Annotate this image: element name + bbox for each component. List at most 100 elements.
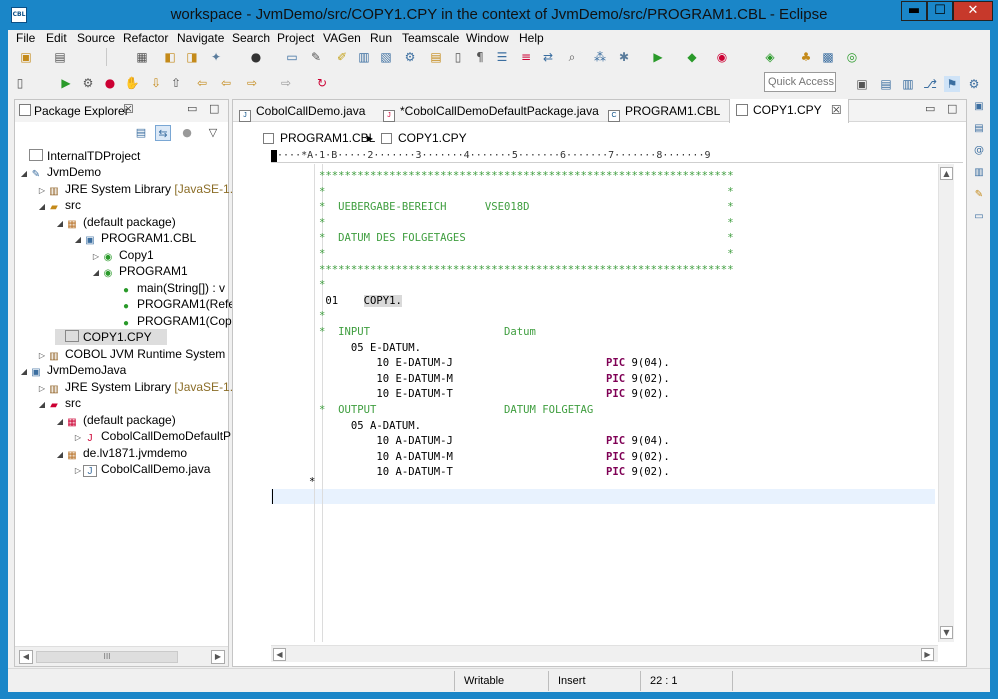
menu-window[interactable]: Window — [466, 31, 509, 45]
close-view-icon[interactable]: ☒ — [123, 102, 134, 116]
scroll-left-icon[interactable]: ◀ — [273, 648, 286, 661]
breadcrumb-item-copy1[interactable]: COPY1.CPY — [381, 128, 467, 148]
tree-item-jre-library[interactable]: ▷ ▥ JRE System Library [JavaSE-1.8] — [37, 181, 243, 197]
menu-file[interactable]: File — [16, 31, 35, 45]
collapse-all-icon[interactable]: ▤ — [133, 125, 149, 141]
debug-icon[interactable]: ✱ — [616, 49, 632, 65]
tree-item-jre-library-2[interactable]: ▷ ▥ JRE System Library [JavaSE-1.8] — [37, 379, 243, 395]
javadoc-icon[interactable]: @ — [972, 144, 986, 158]
open-project-icon[interactable]: ◨ — [184, 49, 200, 65]
grid-icon[interactable]: ▥ — [356, 49, 372, 65]
tree-item-cobolcalldemo-java[interactable]: ▷ J CobolCallDemo.java — [73, 461, 210, 477]
columns-icon[interactable]: ▯ — [450, 49, 466, 65]
menu-edit[interactable]: Edit — [46, 31, 67, 45]
prev-annotation-icon[interactable]: ⇧ — [168, 75, 184, 91]
expanded-arrow-icon[interactable]: ◢ — [37, 397, 47, 413]
team-perspective-icon[interactable]: ⚙ — [966, 76, 982, 92]
expanded-arrow-icon[interactable]: ◢ — [55, 216, 65, 232]
highlight-icon[interactable]: ✐ — [334, 49, 350, 65]
print-icon[interactable]: ▦ — [134, 49, 150, 65]
maximize-button[interactable]: ☐ — [927, 1, 953, 21]
tree-item-default-package[interactable]: ◢ ▦ (default package) — [55, 214, 176, 230]
tree-item-cobolcalldemodefault[interactable]: ▷ J CobolCallDemoDefaultP — [73, 428, 231, 444]
expanded-arrow-icon[interactable]: ◢ — [19, 364, 29, 380]
user-icon[interactable]: ● — [248, 49, 264, 65]
new-package-icon[interactable]: ▩ — [820, 49, 836, 65]
scroll-left-icon[interactable]: ◀ — [19, 650, 33, 664]
expanded-arrow-icon[interactable]: ◢ — [91, 265, 101, 281]
expanded-arrow-icon[interactable]: ◢ — [19, 166, 29, 182]
collapsed-arrow-icon[interactable]: ▷ — [73, 463, 83, 479]
breadcrumb-item-program1[interactable]: PROGRAM1.CBL — [263, 128, 375, 148]
console-view-icon[interactable]: ▭ — [972, 210, 986, 224]
tree-item-main-method[interactable]: ● main(String[]) : v — [109, 280, 225, 296]
tab-cobolcalldemodefaultpackage-java[interactable]: J *CobolCallDemoDefaultPackage.java — [383, 100, 599, 122]
forward-disabled-icon[interactable]: ⇨ — [278, 75, 294, 91]
minimize-button[interactable]: ▬ — [901, 1, 927, 21]
save-icon[interactable]: ▤ — [52, 49, 68, 65]
view-menu-icon[interactable]: ▽ — [205, 125, 221, 141]
link-with-editor-icon[interactable]: ⇆ — [155, 125, 171, 141]
tree-item-internaltdproject[interactable]: InternalTDProject — [19, 148, 140, 164]
coverage-icon[interactable]: ◆ — [684, 49, 700, 65]
external-tools-icon[interactable]: ◉ — [714, 49, 730, 65]
pin-icon[interactable]: ✎ — [308, 49, 324, 65]
menu-navigate[interactable]: Navigate — [177, 31, 224, 45]
scroll-right-icon[interactable]: ▶ — [211, 650, 225, 664]
scroll-up-icon[interactable]: ▲ — [940, 167, 953, 180]
tree-item-copy1[interactable]: ▷ ◉ Copy1 — [91, 247, 154, 263]
new-class-icon[interactable]: ◎ — [844, 49, 860, 65]
console-icon[interactable]: ▭ — [284, 49, 300, 65]
minimize-view-icon[interactable]: ▭ — [187, 102, 197, 115]
menu-run[interactable]: Run — [370, 31, 392, 45]
package-explorer-hscroll[interactable]: ◀ III ▶ — [15, 646, 228, 666]
wand-icon[interactable]: ✦ — [208, 49, 224, 65]
step-icon[interactable]: ⚙ — [80, 75, 96, 91]
scroll-right-icon[interactable]: ▶ — [921, 648, 934, 661]
tree-item-constructor-ref[interactable]: ● PROGRAM1(Refe — [109, 296, 235, 312]
block-selection-icon[interactable]: ▧ — [378, 49, 394, 65]
debug-perspective-icon[interactable]: ⚑ — [944, 76, 960, 92]
scroll-thumb[interactable]: III — [36, 651, 178, 663]
menu-project[interactable]: Project — [277, 31, 314, 45]
java-perspective-icon[interactable]: ▥ — [900, 76, 916, 92]
scroll-down-icon[interactable]: ▼ — [940, 626, 953, 639]
new-icon[interactable]: ▣ — [18, 49, 34, 65]
list-icon[interactable]: ☰ — [494, 49, 510, 65]
tree-item-program1-class[interactable]: ◢ ◉ PROGRAM1 — [91, 263, 188, 279]
expanded-arrow-icon[interactable]: ◢ — [37, 199, 47, 215]
menu-refactor[interactable]: Refactor — [123, 31, 168, 45]
tree-item-jvmdemo[interactable]: ◢ ✎ JvmDemo — [19, 164, 101, 180]
next-annotation-icon[interactable]: ⇩ — [148, 75, 164, 91]
tree-item-default-package-2[interactable]: ◢ ▦ (default package) — [55, 412, 176, 428]
tab-copy1-cpy[interactable]: COPY1.CPY ☒ — [729, 99, 849, 123]
link-icon[interactable]: ⚙ — [402, 49, 418, 65]
menu-vagen[interactable]: VAGen — [323, 31, 361, 45]
minimize-editor-icon[interactable]: ▭ — [925, 102, 935, 115]
close-button[interactable]: ✕ — [953, 1, 993, 21]
editor-vscroll[interactable]: ▲ ▼ — [938, 164, 954, 642]
tree-item-cobol-runtime[interactable]: ▷ ▥ COBOL JVM Runtime System — [37, 346, 225, 362]
play-icon[interactable]: ▶ — [58, 75, 74, 91]
format-icon[interactable]: ▤ — [428, 49, 444, 65]
refresh-icon[interactable]: ↻ — [314, 75, 330, 91]
focus-icon[interactable]: ● — [179, 125, 195, 141]
menu-teamscale[interactable]: Teamscale — [402, 31, 459, 45]
maximize-view-icon[interactable]: □ — [209, 102, 219, 115]
menu-search[interactable]: Search — [232, 31, 270, 45]
tree-item-constructor-copy[interactable]: ● PROGRAM1(Cop — [109, 313, 232, 329]
run-icon[interactable]: ▶ — [650, 49, 666, 65]
expanded-arrow-icon[interactable]: ◢ — [55, 447, 65, 463]
tree-item-program1-cbl[interactable]: ◢ ▣ PROGRAM1.CBL — [73, 230, 196, 246]
menu-help[interactable]: Help — [519, 31, 544, 45]
expanded-arrow-icon[interactable]: ◢ — [55, 414, 65, 430]
tree-item-jvmdemojava[interactable]: ◢ ▣ JvmDemoJava — [19, 362, 126, 378]
hand-icon[interactable]: ✋ — [124, 75, 140, 91]
quick-access-input[interactable] — [764, 72, 836, 92]
paragraph-icon[interactable]: ¶ — [472, 49, 488, 65]
search-icon[interactable]: ⌕ — [564, 49, 580, 65]
tree-item-src-2[interactable]: ◢ ▰ src — [37, 395, 81, 411]
forward-icon[interactable]: ⇨ — [244, 75, 260, 91]
collapsed-arrow-icon[interactable]: ▷ — [73, 430, 83, 446]
tree-item-src[interactable]: ◢ ▰ src — [37, 197, 81, 213]
